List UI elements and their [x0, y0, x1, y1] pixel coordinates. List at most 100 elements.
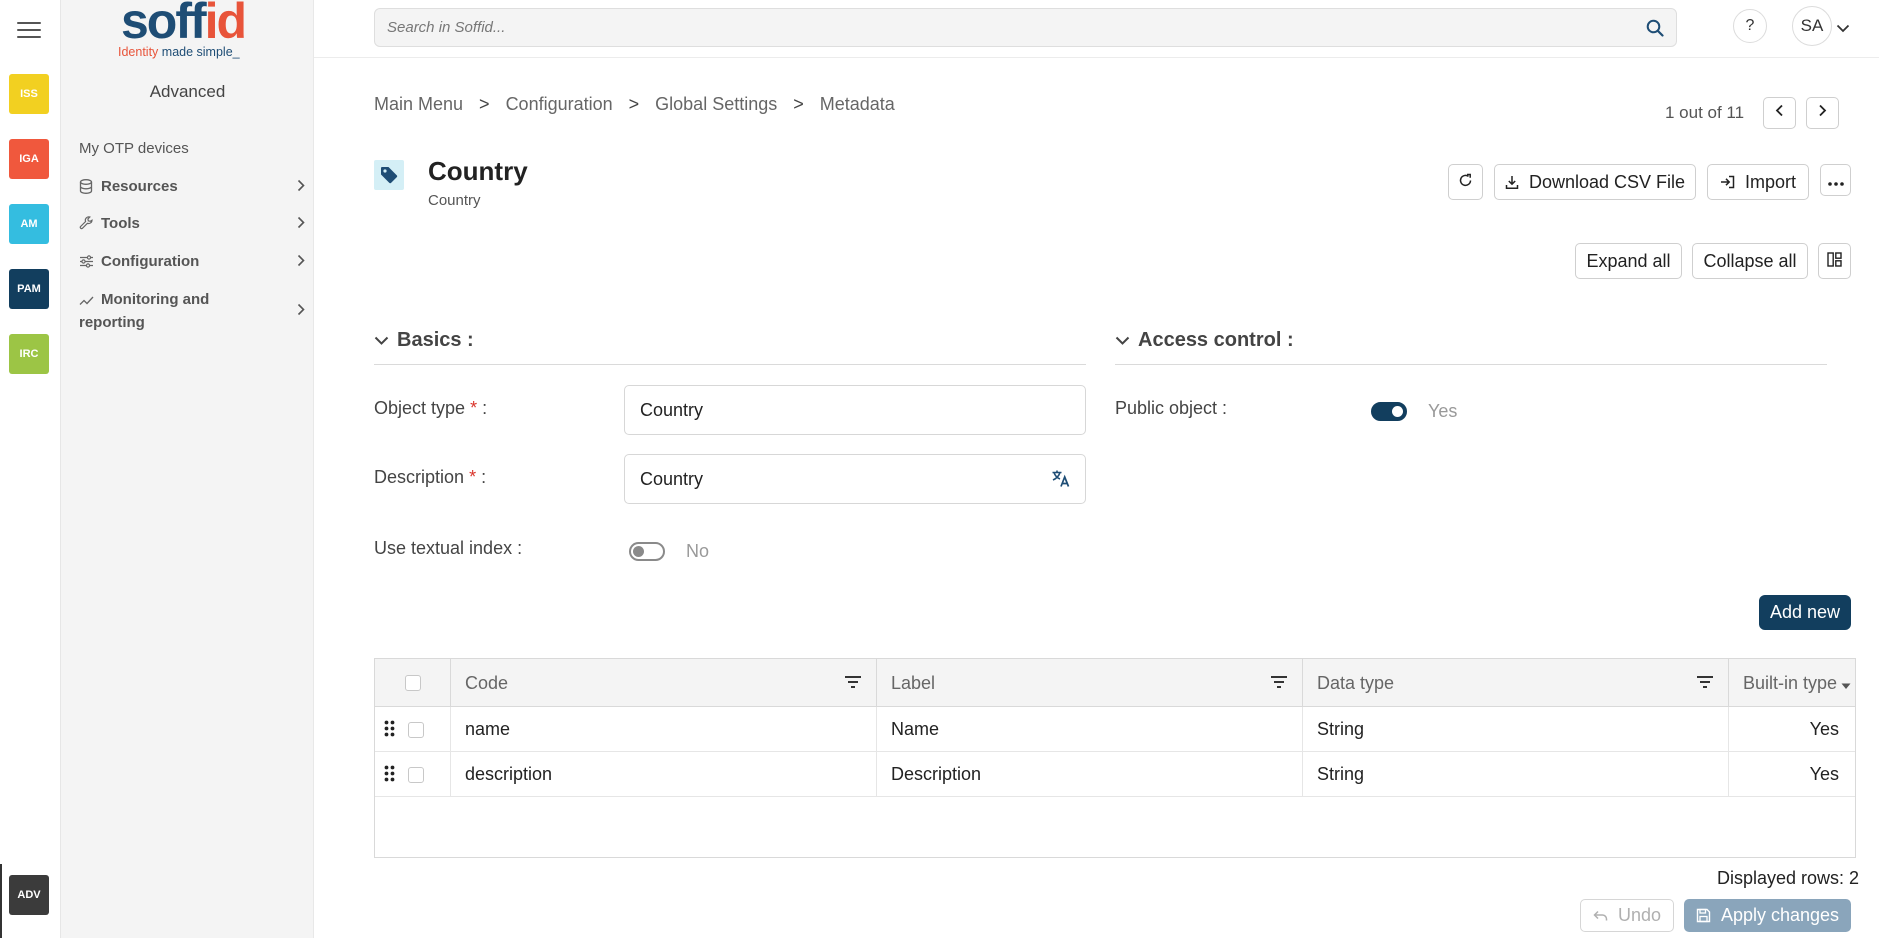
- sort-down-icon[interactable]: [1841, 674, 1851, 695]
- table-row[interactable]: description Description String Yes: [375, 752, 1855, 797]
- section-divider: [1115, 364, 1827, 365]
- description-label: Description * :: [374, 467, 486, 488]
- description-label-text: Description: [374, 467, 465, 487]
- sidebar-item-label: Resources: [101, 178, 178, 195]
- chevron-right-icon: [297, 300, 305, 323]
- column-header-code[interactable]: Code: [451, 659, 877, 707]
- search-input[interactable]: [375, 9, 1615, 46]
- expand-all-button[interactable]: Expand all: [1575, 243, 1682, 279]
- import-button[interactable]: Import: [1707, 164, 1809, 200]
- page-subtitle: Country: [428, 192, 481, 209]
- filter-icon[interactable]: [1696, 673, 1714, 694]
- cell-builtin-type: Yes: [1809, 764, 1839, 784]
- column-header-label: Label: [891, 672, 936, 693]
- app-tile-iga[interactable]: IGA: [9, 139, 49, 179]
- section-access-header[interactable]: Access control :: [1115, 329, 1294, 352]
- undo-label: Undo: [1617, 905, 1662, 925]
- object-type-field[interactable]: Country: [624, 385, 1086, 435]
- breadcrumb-configuration[interactable]: Configuration: [506, 94, 613, 115]
- chevron-right-icon: [297, 215, 305, 232]
- chevron-right-icon: [297, 178, 305, 195]
- import-icon: [1720, 175, 1735, 189]
- translate-icon[interactable]: [1051, 469, 1071, 493]
- search-icon[interactable]: [1646, 19, 1664, 42]
- sidebar-item-resources[interactable]: Resources: [79, 178, 305, 195]
- page-title: Country: [428, 156, 528, 186]
- add-new-button[interactable]: Add new: [1759, 595, 1851, 630]
- sidebar-item-configuration[interactable]: Configuration: [79, 253, 305, 270]
- cell-code: name: [451, 707, 877, 752]
- row-checkbox[interactable]: [408, 766, 424, 783]
- description-field[interactable]: Country: [624, 454, 1086, 504]
- app-tile-irc[interactable]: IRC: [9, 334, 49, 374]
- more-horizontal-icon: [1827, 170, 1844, 191]
- column-header-builtin-type[interactable]: Built-in type: [1729, 659, 1855, 707]
- sidebar-item-monitoring[interactable]: Monitoring and reporting: [79, 288, 305, 334]
- chevron-left-icon: [1775, 104, 1784, 122]
- sliders-icon: [79, 255, 95, 268]
- displayed-rows-count: Displayed rows: 2: [1717, 868, 1860, 888]
- top-bar: ? SA: [314, 0, 1879, 58]
- breadcrumb-main-menu[interactable]: Main Menu: [374, 94, 463, 115]
- section-basics-header[interactable]: Basics :: [374, 329, 474, 352]
- logo-word-accent: id: [204, 0, 247, 49]
- download-csv-button[interactable]: Download CSV File: [1494, 164, 1696, 200]
- download-icon: [1505, 175, 1519, 190]
- collapse-all-button[interactable]: Collapse all: [1692, 243, 1808, 279]
- label-colon: :: [477, 398, 488, 418]
- column-header-label: Code: [465, 672, 509, 693]
- trend-line-icon: [79, 295, 95, 306]
- hamburger-menu-icon[interactable]: [17, 22, 41, 40]
- save-icon: [1696, 908, 1711, 923]
- public-object-value: Yes: [1428, 401, 1458, 421]
- cell-data-type: String: [1303, 707, 1729, 752]
- chevron-down-icon[interactable]: [1836, 20, 1850, 38]
- help-button[interactable]: ?: [1733, 9, 1767, 43]
- cell-label: Name: [877, 707, 1303, 752]
- cell-builtin-type: Yes: [1809, 719, 1839, 739]
- app-tile-iss[interactable]: ISS: [9, 74, 49, 114]
- layout-toggle-button[interactable]: [1818, 243, 1851, 279]
- column-header-data-type[interactable]: Data type: [1303, 659, 1729, 707]
- breadcrumb-metadata: Metadata: [819, 94, 895, 114]
- sidebar-item-otp-devices[interactable]: My OTP devices: [79, 140, 305, 157]
- app-tile-adv[interactable]: ADV: [9, 875, 49, 915]
- public-object-toggle[interactable]: [1371, 402, 1407, 421]
- soffid-logo[interactable]: soffid Identity made simple_: [117, 0, 257, 62]
- object-type-label-text: Object type: [374, 398, 466, 418]
- search-box: [374, 8, 1677, 47]
- select-all-checkbox[interactable]: [404, 675, 421, 691]
- import-label: Import: [1744, 171, 1796, 192]
- cell-code: description: [451, 752, 877, 797]
- sidebar-item-label-wrap: Monitoring and reporting: [79, 288, 249, 334]
- logo-tagline-accent: made simple_: [161, 45, 240, 59]
- table-row[interactable]: name Name String Yes: [375, 707, 1855, 752]
- next-record-button[interactable]: [1806, 97, 1839, 129]
- refresh-icon: [1458, 172, 1473, 193]
- sidebar-item-label: My OTP devices: [79, 140, 189, 157]
- database-icon: [79, 179, 95, 194]
- app-rail: ISS IGA AM PAM IRC ADV: [0, 0, 61, 938]
- chevron-right-icon: [297, 253, 305, 270]
- apply-changes-button[interactable]: Apply changes: [1684, 899, 1851, 932]
- textual-index-label: Use textual index :: [374, 538, 523, 558]
- refresh-button[interactable]: [1448, 164, 1483, 200]
- column-header-label[interactable]: Label: [877, 659, 1303, 707]
- textual-index-toggle[interactable]: [629, 542, 665, 561]
- breadcrumb-separator: >: [793, 94, 804, 114]
- section-basics-title: Basics :: [397, 329, 474, 351]
- previous-record-button[interactable]: [1763, 97, 1796, 129]
- table-header: Code Label Data type Built-in type: [375, 659, 1855, 707]
- filter-icon[interactable]: [1270, 673, 1288, 694]
- more-actions-button[interactable]: [1820, 164, 1851, 196]
- app-tile-am[interactable]: AM: [9, 204, 49, 244]
- breadcrumb-global-settings[interactable]: Global Settings: [655, 94, 777, 115]
- row-checkbox[interactable]: [408, 721, 424, 738]
- undo-button[interactable]: Undo: [1580, 899, 1674, 932]
- breadcrumb-separator: >: [628, 94, 640, 114]
- filter-icon[interactable]: [844, 673, 862, 694]
- app-tile-pam[interactable]: PAM: [9, 269, 49, 309]
- logo-tagline-main: Identity: [118, 45, 162, 59]
- user-avatar[interactable]: SA: [1792, 6, 1832, 46]
- sidebar-item-tools[interactable]: Tools: [79, 215, 305, 232]
